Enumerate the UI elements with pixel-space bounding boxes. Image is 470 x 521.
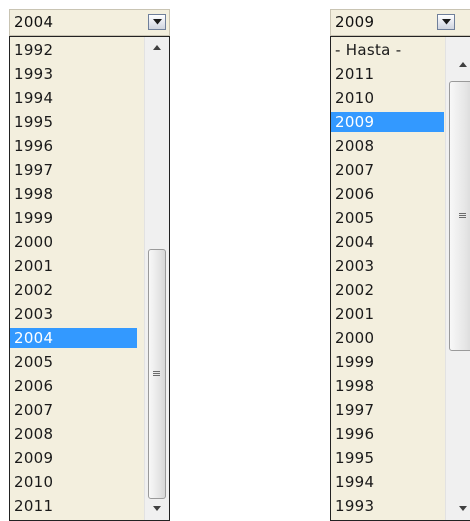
dropdown-option[interactable]: 2010 (10, 472, 137, 492)
year-to-select[interactable]: 2009 (330, 9, 470, 36)
dropdown-option[interactable]: 1997 (10, 160, 137, 180)
selected-year-value: 2009 (335, 13, 375, 31)
dropdown-option[interactable]: 2001 (331, 304, 444, 324)
dropdown-option[interactable]: 2002 (331, 280, 444, 300)
dropdown-option[interactable]: 1998 (10, 184, 137, 204)
scroll-up-button[interactable] (446, 57, 470, 73)
dropdown-option[interactable]: 2006 (331, 184, 444, 204)
grip-icon (153, 371, 160, 377)
dropdown-option[interactable]: 2008 (10, 424, 137, 444)
dropdown-option[interactable]: 1994 (331, 472, 444, 492)
dropdown-option[interactable]: 2008 (331, 136, 444, 156)
year-from-select[interactable]: 2004 (9, 9, 170, 36)
dropdown-option[interactable]: 1996 (331, 424, 444, 444)
dropdown-toggle-button[interactable] (148, 14, 166, 30)
scroll-up-arrow-icon (458, 62, 467, 67)
dropdown-option[interactable]: 2001 (10, 256, 137, 276)
dropdown-option[interactable]: 2006 (10, 376, 137, 396)
dropdown-option[interactable]: 2003 (331, 256, 444, 276)
dropdown-option[interactable]: 2007 (10, 400, 137, 420)
dropdown-option[interactable]: 2011 (10, 496, 137, 516)
dropdown-option[interactable]: 1993 (331, 496, 444, 516)
scroll-down-arrow-icon (458, 506, 467, 511)
dropdown-option[interactable]: 1999 (10, 208, 137, 228)
dropdown-option[interactable]: 2005 (10, 352, 137, 372)
scroll-down-arrow-icon (153, 506, 161, 511)
scrollbar[interactable] (144, 37, 169, 520)
dropdown-option[interactable]: 2000 (331, 328, 444, 348)
scroll-down-button[interactable] (446, 501, 470, 517)
dropdown-option[interactable]: 2004 (331, 232, 444, 252)
dropdown-option[interactable]: 1997 (331, 400, 444, 420)
scrollbar-thumb[interactable] (449, 81, 470, 351)
dropdown-option[interactable]: 1995 (10, 112, 137, 132)
dropdown-option[interactable]: 2010 (331, 88, 444, 108)
chevron-down-icon (153, 19, 162, 25)
year-from-dropdown-list[interactable]: 1992 1993 1994 1995 1996 1997 1998 1999 2000 2001… (9, 36, 170, 521)
dropdown-option[interactable]: 1995 (331, 448, 444, 468)
dropdown-option[interactable]: 1992 (10, 40, 137, 60)
dropdown-option[interactable]: 2009 (10, 448, 137, 468)
dropdown-toggle-button[interactable] (437, 14, 455, 30)
dropdown-option[interactable]: 2011 (331, 64, 444, 84)
dropdown-option[interactable]: 2005 (331, 208, 444, 228)
dropdown-option[interactable]: 1994 (10, 88, 137, 108)
dropdown-option[interactable]: 2003 (10, 304, 137, 324)
scrollbar[interactable] (445, 37, 470, 520)
scrollbar-thumb[interactable] (148, 249, 166, 499)
dropdown-option[interactable]: 1996 (10, 136, 137, 156)
dropdown-option[interactable]: 1993 (10, 64, 137, 84)
chevron-down-icon (442, 19, 451, 25)
scroll-up-arrow-icon (153, 45, 161, 50)
dropdown-option[interactable]: 2000 (10, 232, 137, 252)
dropdown-option[interactable]: 1999 (331, 352, 444, 372)
year-to-dropdown-list[interactable]: - Hasta - 2011 2010 2009 2008 2007 2006 2005 200… (330, 36, 470, 521)
grip-icon (458, 213, 466, 219)
dropdown-option[interactable]: - Hasta - (331, 40, 444, 60)
scroll-up-button[interactable] (145, 40, 169, 56)
selected-year-value: 2004 (14, 13, 54, 31)
dropdown-option[interactable]: 2007 (331, 160, 444, 180)
dropdown-option[interactable]: 1998 (331, 376, 444, 396)
dropdown-option[interactable]: 2009 (331, 112, 444, 132)
scroll-down-button[interactable] (145, 501, 169, 517)
dropdown-option[interactable]: 2002 (10, 280, 137, 300)
dropdown-option[interactable]: 2004 (10, 328, 137, 348)
